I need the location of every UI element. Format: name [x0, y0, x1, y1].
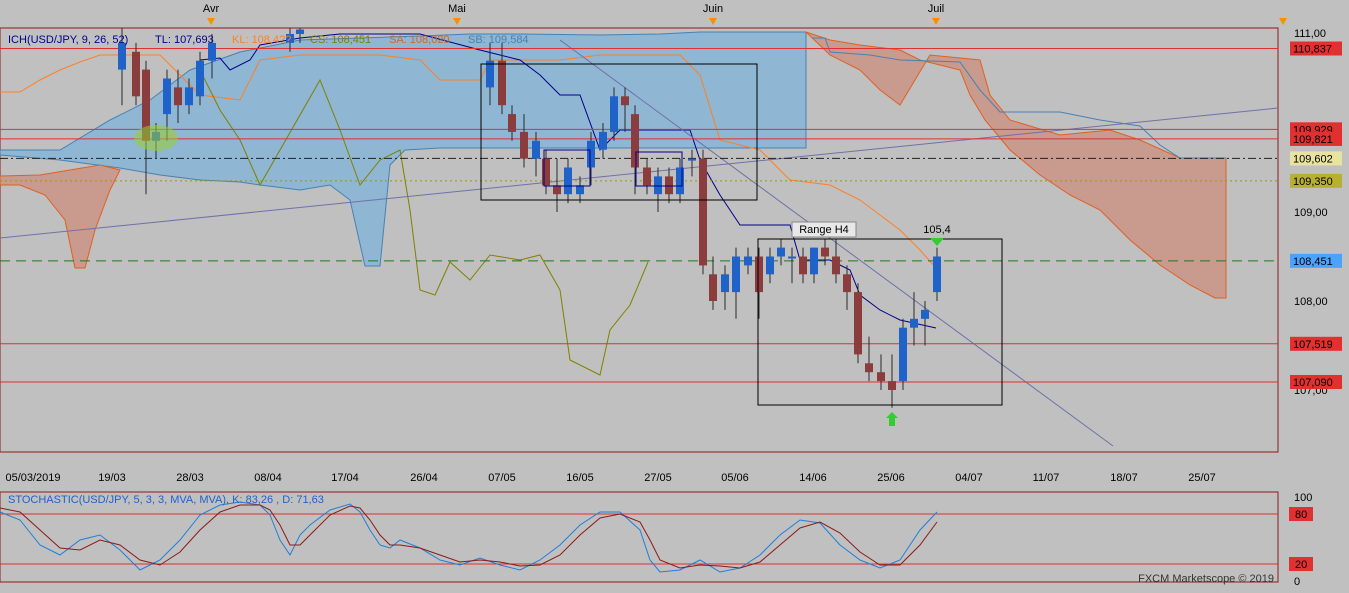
legend-kijun: KL: 108,4??	[232, 34, 291, 46]
price-level-label: 109,602	[1293, 153, 1333, 165]
legend-senkou-b: SB: 109,584	[468, 34, 529, 46]
candle-body	[699, 158, 707, 266]
stoch-y-tick: 20	[1295, 559, 1307, 571]
candle-body	[118, 42, 126, 70]
stoch-y-tick: 0	[1294, 576, 1300, 588]
x-tick-label: 26/04	[410, 472, 438, 484]
candle-body	[163, 78, 171, 115]
candle-body	[553, 185, 561, 195]
candle-body	[877, 372, 885, 382]
candle-body	[132, 51, 140, 97]
candle-body	[799, 256, 807, 275]
candle-body	[676, 167, 684, 195]
candle-body	[810, 247, 818, 275]
candle-body	[899, 327, 907, 382]
candle-body	[196, 60, 204, 97]
x-tick-label: 04/07	[955, 472, 983, 484]
annotation-price: 105,4	[923, 224, 951, 236]
y-tick-label: 109,00	[1294, 207, 1328, 219]
candle-body	[520, 131, 528, 159]
candle-body	[755, 256, 763, 293]
x-tick-label: 14/06	[799, 472, 827, 484]
brand-watermark: FXCM Marketscope © 2019	[1138, 573, 1274, 585]
chart-svg[interactable]: Avr Mai Juin Juil Range H4 105,4 ICH(USD…	[0, 0, 1349, 588]
candle-body	[933, 256, 941, 293]
candle-body	[610, 96, 618, 132]
y-tick-label: 111,00	[1294, 28, 1326, 40]
candle-body	[498, 60, 506, 106]
stoch-y-tick: 80	[1295, 509, 1307, 521]
candle-body	[174, 87, 182, 106]
x-tick-label: 28/03	[176, 472, 204, 484]
y-tick-label: 108,00	[1294, 296, 1328, 308]
candle-body	[732, 256, 740, 293]
candle-body	[821, 247, 829, 257]
up-arrow-icon-stem	[889, 418, 895, 426]
x-tick-label: 05/06	[721, 472, 749, 484]
candle-body	[777, 247, 785, 257]
candle-body	[709, 274, 717, 301]
legend-senkou-a: SA: 108,020	[389, 34, 450, 46]
legend-ich: ICH(USD/JPY, 9, 26, 52)	[8, 34, 128, 46]
candle-body	[832, 256, 840, 275]
candle-body	[576, 185, 584, 195]
price-level-label: 107,519	[1293, 339, 1333, 351]
price-level-label: 109,821	[1293, 134, 1333, 146]
x-tick-label: 05/03/2019	[5, 472, 60, 484]
x-tick-label: 08/04	[254, 472, 282, 484]
candle-body	[721, 274, 729, 293]
candle-body	[843, 274, 851, 293]
month-label: Avr	[203, 3, 220, 15]
x-tick-label: 19/03	[98, 472, 126, 484]
candle-body	[599, 131, 607, 150]
annotation-range-h4: Range H4	[799, 224, 849, 236]
price-level-label: 108,451	[1293, 256, 1333, 268]
candle-body	[888, 381, 896, 390]
x-tick-label: 25/07	[1188, 472, 1216, 484]
candle-body	[921, 309, 929, 319]
candle-body	[532, 140, 540, 159]
chart-window: Avr Mai Juin Juil Range H4 105,4 ICH(USD…	[0, 0, 1349, 588]
candle-body	[631, 114, 639, 168]
candle-body	[296, 29, 304, 34]
price-level-label: 107,090	[1293, 377, 1333, 389]
x-tick-label: 11/07	[1033, 472, 1060, 484]
candle-body	[865, 363, 873, 373]
candle-body	[665, 176, 673, 195]
candle-body	[643, 167, 651, 186]
month-label: Mai	[448, 3, 466, 15]
stoch-y-tick: 100	[1294, 492, 1312, 504]
candle-body	[788, 256, 796, 259]
stochastic-legend: STOCHASTIC(USD/JPY, 5, 3, 3, MVA, MVA), …	[8, 494, 324, 506]
month-label: Juin	[703, 3, 723, 15]
candle-body	[621, 96, 629, 106]
candle-body	[766, 256, 774, 275]
highlight-circle	[134, 125, 178, 151]
candle-body	[854, 292, 862, 355]
x-tick-label: 27/05	[644, 472, 672, 484]
candle-body	[486, 60, 494, 88]
candle-body	[744, 256, 752, 266]
price-level-label: 109,350	[1293, 176, 1333, 188]
x-tick-label: 18/07	[1110, 472, 1138, 484]
candle-body	[508, 114, 516, 132]
x-tick-label: 16/05	[566, 472, 594, 484]
candle-body	[185, 87, 193, 106]
price-level-label: 110,837	[1293, 44, 1332, 56]
x-tick-label: 25/06	[877, 472, 905, 484]
x-tick-label: 07/05	[488, 472, 516, 484]
candle-body	[587, 140, 595, 168]
candle-body	[910, 318, 918, 328]
candle-body	[542, 158, 550, 186]
candle-body	[654, 176, 662, 195]
month-label: Juil	[928, 3, 945, 15]
legend-chikou: CS: 108,451	[310, 34, 371, 46]
candle-body	[688, 158, 696, 161]
candle-body	[564, 167, 572, 195]
legend-tenkan: TL: 107,693	[155, 34, 214, 46]
x-tick-label: 17/04	[331, 472, 359, 484]
